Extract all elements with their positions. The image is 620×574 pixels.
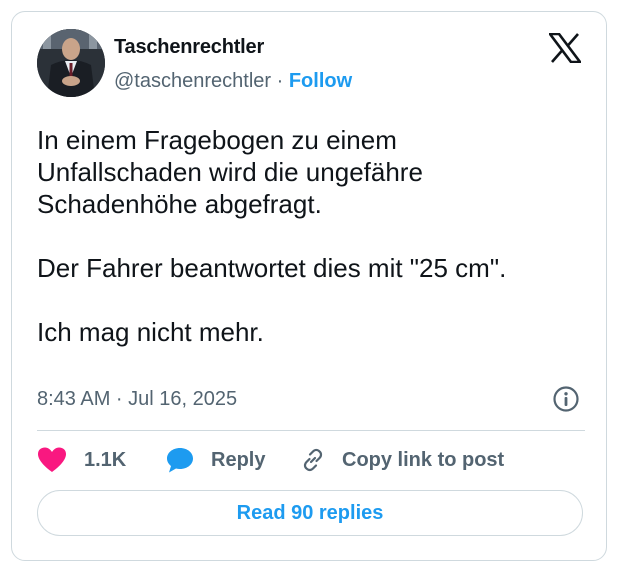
avatar-photo [37, 29, 105, 97]
post-text: In einem Fragebogen zu einem Unfallschad… [37, 125, 507, 347]
post-timestamp[interactable]: 8:43 AM · Jul 16, 2025 [37, 388, 237, 411]
reply-bubble-icon [165, 446, 195, 474]
x-logo-icon[interactable] [547, 32, 583, 64]
separator-dot: · [276, 70, 284, 92]
like-button[interactable]: 1.1K [37, 443, 126, 477]
info-icon[interactable] [552, 385, 580, 413]
heart-icon [37, 446, 67, 474]
author-name[interactable]: Taschenrechtler [114, 36, 264, 59]
divider [37, 430, 585, 431]
read-replies-label: Read 90 replies [236, 501, 384, 524]
author-handle[interactable]: @taschenrechtler [114, 70, 271, 92]
like-count: 1.1K [84, 448, 127, 471]
read-replies-button[interactable]: Read 90 replies [37, 490, 583, 536]
avatar[interactable] [37, 29, 105, 97]
copy-link-label: Copy link to post [342, 448, 505, 471]
link-icon [299, 446, 327, 474]
reply-label: Reply [211, 448, 266, 471]
reply-button[interactable]: Reply [165, 443, 265, 477]
follow-link[interactable]: Follow [289, 70, 352, 92]
author-handle-line: @taschenrechtler · Follow [114, 70, 352, 93]
copy-link-button[interactable]: Copy link to post [299, 443, 504, 477]
